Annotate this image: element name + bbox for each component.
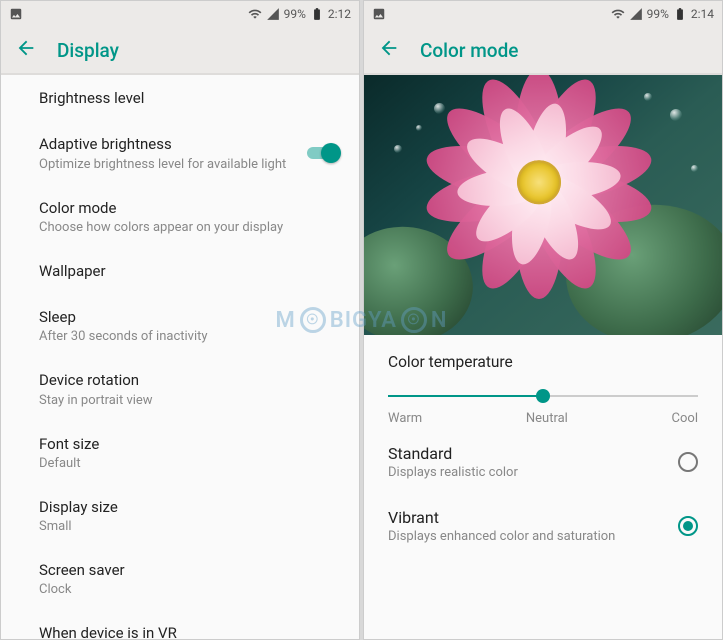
clock-time: 2:12 <box>328 7 351 21</box>
color-mode-content: Color temperature Warm Neutral Cool Stan… <box>364 75 722 639</box>
signal-icon <box>629 7 643 21</box>
item-subtitle: After 30 seconds of inactivity <box>39 329 341 344</box>
slider-label-warm: Warm <box>388 411 422 426</box>
adaptive-brightness-toggle[interactable] <box>305 143 341 163</box>
item-vr-mode[interactable]: When device is in VR Reduce blur (recomm… <box>1 610 359 639</box>
wifi-icon <box>611 7 625 21</box>
slider-label-cool: Cool <box>672 411 698 426</box>
color-temperature-slider[interactable] <box>388 395 698 397</box>
wifi-icon <box>248 7 262 21</box>
option-title: Standard <box>388 444 678 463</box>
item-title: Color mode <box>39 198 341 218</box>
back-button[interactable] <box>378 37 400 63</box>
color-preview-image <box>364 75 722 335</box>
radio-standard[interactable] <box>678 452 698 472</box>
status-bar: 99% 2:14 <box>364 1 722 27</box>
color-temperature-heading: Color temperature <box>364 335 722 377</box>
slider-label-neutral: Neutral <box>526 411 568 426</box>
item-font-size[interactable]: Font size Default <box>1 421 359 484</box>
item-title: When device is in VR <box>39 623 341 639</box>
item-screen-saver[interactable]: Screen saver Clock <box>1 547 359 610</box>
item-title: Display size <box>39 497 341 517</box>
image-icon <box>372 7 386 21</box>
app-bar: Display <box>1 27 359 75</box>
arrow-back-icon <box>15 37 37 59</box>
app-bar: Color mode <box>364 27 722 75</box>
status-bar: 99% 2:12 <box>1 1 359 27</box>
radio-vibrant[interactable] <box>678 516 698 536</box>
option-subtitle: Displays realistic color <box>388 465 678 480</box>
item-title: Brightness level <box>39 88 341 108</box>
item-title: Adaptive brightness <box>39 134 305 154</box>
item-sleep[interactable]: Sleep After 30 seconds of inactivity <box>1 294 359 357</box>
clock-time: 2:14 <box>691 7 714 21</box>
phone-right: 99% 2:14 Color mode Color temperature Wa… <box>363 0 723 640</box>
item-subtitle: Stay in portrait view <box>39 393 341 408</box>
item-title: Font size <box>39 434 341 454</box>
item-subtitle: Optimize brightness level for available … <box>39 157 305 172</box>
phone-left: 99% 2:12 Display Brightness level Adapti… <box>0 0 360 640</box>
item-title: Sleep <box>39 307 341 327</box>
item-subtitle: Choose how colors appear on your display <box>39 220 341 235</box>
item-wallpaper[interactable]: Wallpaper <box>1 248 359 294</box>
battery-percent: 99% <box>284 7 306 21</box>
item-color-mode[interactable]: Color mode Choose how colors appear on y… <box>1 185 359 248</box>
item-title: Device rotation <box>39 370 341 390</box>
option-subtitle: Displays enhanced color and saturation <box>388 529 678 544</box>
image-icon <box>9 7 23 21</box>
option-vibrant[interactable]: Vibrant Displays enhanced color and satu… <box>364 494 722 558</box>
back-button[interactable] <box>15 37 37 63</box>
item-subtitle: Small <box>39 519 341 534</box>
item-display-size[interactable]: Display size Small <box>1 484 359 547</box>
page-title: Display <box>57 39 119 62</box>
signal-icon <box>266 7 280 21</box>
battery-icon <box>673 7 687 21</box>
option-title: Vibrant <box>388 508 678 527</box>
arrow-back-icon <box>378 37 400 59</box>
battery-percent: 99% <box>647 7 669 21</box>
page-title: Color mode <box>420 39 518 62</box>
item-adaptive-brightness[interactable]: Adaptive brightness Optimize brightness … <box>1 121 359 184</box>
item-title: Screen saver <box>39 560 341 580</box>
option-standard[interactable]: Standard Displays realistic color <box>364 430 722 494</box>
settings-list: Brightness level Adaptive brightness Opt… <box>1 75 359 639</box>
item-subtitle: Default <box>39 456 341 471</box>
item-device-rotation[interactable]: Device rotation Stay in portrait view <box>1 357 359 420</box>
item-title: Wallpaper <box>39 261 341 281</box>
item-subtitle: Clock <box>39 582 341 597</box>
battery-icon <box>310 7 324 21</box>
item-brightness-level[interactable]: Brightness level <box>1 75 359 121</box>
